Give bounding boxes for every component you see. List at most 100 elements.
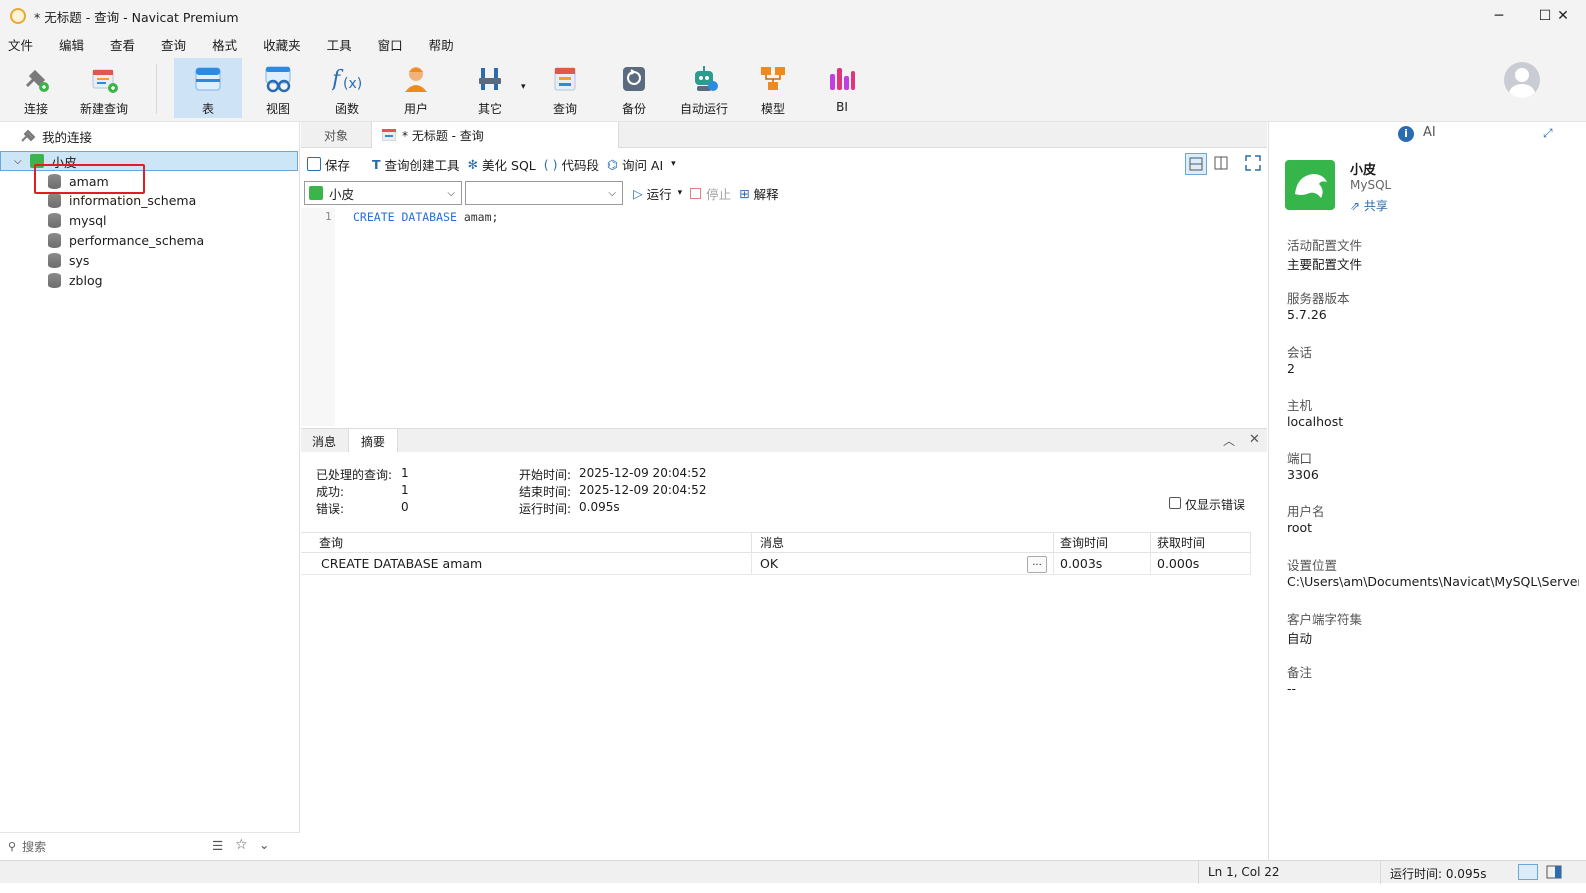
tab-messages[interactable]: 消息 xyxy=(301,429,347,453)
menu-edit[interactable]: 编辑 xyxy=(59,35,84,54)
tab-query[interactable]: * 无标题 - 查询 xyxy=(371,122,619,148)
stop-icon xyxy=(690,187,702,199)
query-builder-button[interactable]: T 查询创建工具 xyxy=(372,155,460,174)
fullscreen-icon[interactable] xyxy=(1243,153,1265,175)
panel-toggle-right-icon[interactable] xyxy=(1544,864,1564,880)
connection-select-value: 小皮 xyxy=(329,186,355,202)
new-query-button[interactable]: 新建查询 xyxy=(70,58,138,118)
svg-text:(x): (x) xyxy=(343,76,362,92)
editor-gutter xyxy=(301,208,335,426)
view-icon xyxy=(263,64,293,94)
table-row-query-time[interactable]: 0.003s xyxy=(1054,553,1151,575)
save-button[interactable]: 保存 xyxy=(307,155,350,174)
stop-button[interactable]: 停止 xyxy=(690,184,731,203)
sql-keyword: CREATE xyxy=(353,210,395,224)
message-more-button[interactable]: ... xyxy=(1027,556,1047,573)
beautify-sql-button[interactable]: ✻ 美化 SQL xyxy=(468,155,536,174)
view-button[interactable]: 视图 xyxy=(244,58,312,118)
navigator-search-bar[interactable]: ⚲ 搜索 ☰ ☆ ⌄ xyxy=(0,832,300,860)
column-header-fetch-time[interactable]: 获取时间 xyxy=(1151,532,1251,553)
close-panel-icon[interactable]: ✕ xyxy=(1249,432,1260,447)
table-row-query[interactable]: CREATE DATABASE amam xyxy=(301,553,752,575)
other-dropdown-caret-icon[interactable]: ▾ xyxy=(521,82,526,92)
menu-file[interactable]: 文件 xyxy=(8,35,33,54)
menu-query[interactable]: 查询 xyxy=(161,35,186,54)
title-bar: * 无标题 - 查询 - Navicat Premium xyxy=(0,0,1586,32)
tree-db-mysql[interactable]: mysql xyxy=(0,210,298,230)
menu-favorites[interactable]: 收藏夹 xyxy=(263,35,301,54)
menu-bar: 文件 编辑 查看 查询 格式 收藏夹 工具 窗口 帮助 xyxy=(0,32,1586,56)
expand-panel-icon[interactable]: ⤢ xyxy=(1543,126,1553,141)
only-errors-label: 仅显示错误 xyxy=(1185,498,1246,512)
explain-button[interactable]: ⊞ 解释 xyxy=(739,184,779,203)
menu-window[interactable]: 窗口 xyxy=(378,35,403,54)
share-label: 共享 xyxy=(1363,199,1388,213)
model-button[interactable]: 模型 xyxy=(739,58,807,118)
tree-db-label: mysql xyxy=(69,212,107,228)
table-button[interactable]: 表 xyxy=(174,58,242,118)
end-time-label: 结束时间: xyxy=(519,485,572,499)
share-link[interactable]: ⇗ 共享 xyxy=(1350,197,1388,214)
connect-button[interactable]: 连接 xyxy=(2,58,70,118)
editor-tab-strip: 对象 * 无标题 - 查询 xyxy=(301,122,1267,148)
tree-db-performance-schema[interactable]: performance_schema xyxy=(0,230,298,250)
menu-view[interactable]: 查看 xyxy=(110,35,135,54)
search-input[interactable]: 搜索 xyxy=(22,838,46,855)
status-bar: Ln 1, Col 22 运行时间: 0.095s xyxy=(0,860,1586,884)
info-value: -- xyxy=(1287,681,1297,696)
user-button[interactable]: 用户 xyxy=(382,58,450,118)
chevron-down-icon[interactable]: ⌵ xyxy=(14,156,22,167)
function-button[interactable]: f (x) 函数 xyxy=(313,58,381,118)
tree-root-my-connections[interactable]: 我的连接 xyxy=(0,126,298,146)
chevron-down-icon[interactable]: ▾ xyxy=(671,159,676,169)
close-button[interactable]: ✕ xyxy=(1540,0,1586,32)
column-header-query-time[interactable]: 查询时间 xyxy=(1054,532,1151,553)
save-icon xyxy=(307,157,321,171)
table-row-message[interactable]: OK xyxy=(752,553,1054,575)
column-header-message[interactable]: 消息 xyxy=(752,532,1054,553)
sql-code-line[interactable]: CREATE DATABASE amam; xyxy=(353,210,498,224)
chevron-up-icon[interactable]: ︿ xyxy=(1223,432,1235,449)
ask-ai-button[interactable]: ⌬ 询问 AI ▾ xyxy=(607,155,676,174)
menu-tools[interactable]: 工具 xyxy=(327,35,352,54)
column-header-query[interactable]: 查询 xyxy=(301,532,752,553)
collapse-icon[interactable]: ⌄ xyxy=(259,837,269,852)
database-select[interactable]: ⌵ xyxy=(465,181,623,205)
tree-db-zblog[interactable]: zblog xyxy=(0,270,298,290)
other-button[interactable]: 其它 xyxy=(456,58,524,118)
connection-select[interactable]: 小皮 ⌵ xyxy=(304,181,462,205)
bi-button[interactable]: BI xyxy=(808,58,876,118)
query-button[interactable]: 查询 xyxy=(531,58,599,118)
snippet-button[interactable]: ( ) 代码段 xyxy=(544,155,599,174)
result-grid: 查询 消息 查询时间 获取时间 CREATE DATABASE amam OK … xyxy=(301,532,1267,860)
tree-db-sys[interactable]: sys xyxy=(0,250,298,270)
star-icon[interactable]: ☆ xyxy=(235,837,248,853)
panel-toggle-left-icon[interactable] xyxy=(1518,864,1538,880)
menu-help[interactable]: 帮助 xyxy=(429,35,454,54)
info-label: 主机 xyxy=(1287,398,1313,413)
user-avatar[interactable] xyxy=(1504,62,1540,98)
message-value: OK xyxy=(760,556,779,571)
backup-button[interactable]: 备份 xyxy=(600,58,668,118)
menu-format[interactable]: 格式 xyxy=(212,35,237,54)
layout-horizontal-button[interactable] xyxy=(1185,153,1207,175)
highlight-annotation-box xyxy=(34,164,145,194)
database-icon xyxy=(48,192,61,208)
tab-summary[interactable]: 摘要 xyxy=(348,429,398,453)
status-divider xyxy=(1198,861,1199,884)
sql-editor[interactable]: 1 CREATE DATABASE amam; xyxy=(301,208,1267,426)
run-button[interactable]: ▷ 运行 ▾ xyxy=(633,184,682,203)
table-row-fetch-time[interactable]: 0.000s xyxy=(1151,553,1251,575)
ai-tab-label[interactable]: AI xyxy=(1423,125,1436,140)
result-summary: 已处理的查询: 1 成功: 1 错误: 0 开始时间: 2025-12-09 2… xyxy=(301,452,1267,532)
info-value: 主要配置文件 xyxy=(1287,257,1363,272)
info-icon[interactable]: i xyxy=(1398,126,1414,142)
only-errors-checkbox[interactable] xyxy=(1169,497,1181,509)
automation-button[interactable]: 自动运行 xyxy=(670,58,738,118)
layout-vertical-button[interactable] xyxy=(1211,153,1233,175)
tree-db-label: sys xyxy=(69,252,90,268)
chevron-down-icon[interactable]: ▾ xyxy=(678,188,683,198)
filter-icon[interactable]: ☰ xyxy=(212,838,223,853)
minimize-button[interactable]: ─ xyxy=(1476,0,1522,32)
tab-objects[interactable]: 对象 xyxy=(301,122,371,148)
